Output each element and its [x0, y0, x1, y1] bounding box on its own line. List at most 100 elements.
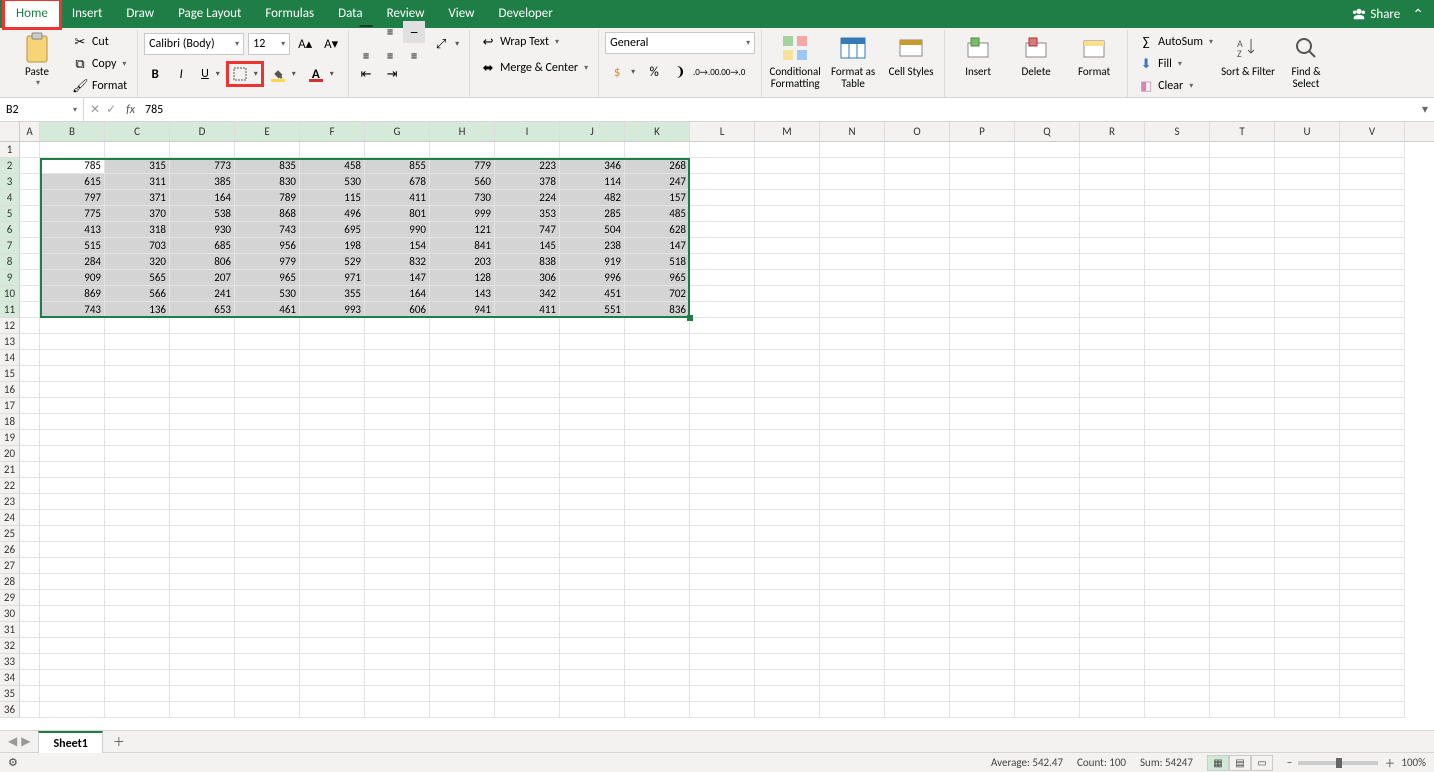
cell[interactable] — [300, 350, 365, 366]
cell[interactable] — [105, 542, 170, 558]
cell[interactable] — [1015, 398, 1080, 414]
cell[interactable] — [300, 654, 365, 670]
cell[interactable] — [1145, 206, 1210, 222]
cell[interactable]: 797 — [40, 190, 105, 206]
zoom-slider-thumb[interactable] — [1336, 758, 1342, 768]
cell[interactable] — [1015, 494, 1080, 510]
cell[interactable] — [1340, 366, 1405, 382]
cell[interactable] — [950, 286, 1015, 302]
zoom-in-button[interactable]: ＋ — [1384, 755, 1395, 771]
cell[interactable] — [560, 606, 625, 622]
cell[interactable] — [820, 142, 885, 158]
cell[interactable] — [170, 622, 235, 638]
cell[interactable]: 164 — [365, 286, 430, 302]
cell[interactable] — [365, 382, 430, 398]
cell[interactable]: 518 — [625, 254, 690, 270]
cell[interactable] — [1015, 542, 1080, 558]
cell[interactable] — [1015, 558, 1080, 574]
cell[interactable] — [625, 670, 690, 686]
cell[interactable] — [820, 318, 885, 334]
cell[interactable] — [495, 430, 560, 446]
tab-developer[interactable]: Developer — [486, 0, 564, 28]
cell[interactable] — [755, 366, 820, 382]
cell[interactable] — [1340, 622, 1405, 638]
cell[interactable] — [430, 574, 495, 590]
cell[interactable] — [20, 590, 40, 606]
cell[interactable]: 996 — [560, 270, 625, 286]
row-header[interactable]: 1 — [0, 142, 20, 158]
cell[interactable] — [820, 494, 885, 510]
cell[interactable] — [495, 670, 560, 686]
cell[interactable]: 268 — [625, 158, 690, 174]
cell[interactable] — [560, 622, 625, 638]
cell[interactable] — [1210, 638, 1275, 654]
cell[interactable] — [170, 654, 235, 670]
cell[interactable] — [1275, 670, 1340, 686]
cell[interactable] — [105, 430, 170, 446]
cell[interactable] — [1210, 158, 1275, 174]
cell[interactable] — [1080, 622, 1145, 638]
cell[interactable] — [625, 510, 690, 526]
sheet-nav-next-button[interactable]: ▶ — [21, 734, 30, 749]
row-header[interactable]: 17 — [0, 398, 20, 414]
cell[interactable] — [300, 478, 365, 494]
cell-styles-button[interactable]: Cell Styles — [884, 32, 938, 96]
cell[interactable] — [300, 398, 365, 414]
cell[interactable]: 147 — [365, 270, 430, 286]
cell[interactable]: 730 — [430, 190, 495, 206]
cell[interactable] — [1080, 254, 1145, 270]
cell[interactable] — [105, 686, 170, 702]
cell[interactable]: 482 — [560, 190, 625, 206]
cell[interactable] — [1275, 270, 1340, 286]
cell[interactable] — [1275, 622, 1340, 638]
cell[interactable] — [1080, 158, 1145, 174]
row-header[interactable]: 32 — [0, 638, 20, 654]
cell[interactable] — [20, 254, 40, 270]
cell[interactable] — [495, 494, 560, 510]
cell[interactable] — [300, 622, 365, 638]
cell[interactable] — [20, 158, 40, 174]
cell[interactable] — [755, 158, 820, 174]
cell[interactable] — [365, 446, 430, 462]
cell[interactable] — [1340, 142, 1405, 158]
cell[interactable] — [170, 558, 235, 574]
cell[interactable] — [1145, 430, 1210, 446]
cell[interactable] — [1210, 558, 1275, 574]
bold-button[interactable]: B — [144, 63, 166, 85]
cell[interactable] — [365, 398, 430, 414]
cell[interactable] — [1145, 526, 1210, 542]
cell[interactable] — [235, 654, 300, 670]
cell[interactable] — [495, 462, 560, 478]
cell[interactable] — [105, 462, 170, 478]
align-middle-button[interactable]: ≡ — [379, 21, 401, 43]
cell[interactable] — [690, 510, 755, 526]
cell[interactable] — [690, 446, 755, 462]
cell[interactable] — [1210, 398, 1275, 414]
cell[interactable]: 743 — [40, 302, 105, 318]
cell[interactable] — [1080, 574, 1145, 590]
paste-button[interactable]: Paste ▾ — [10, 32, 64, 96]
column-header[interactable]: A — [20, 122, 40, 141]
add-sheet-button[interactable]: ＋ — [103, 733, 135, 750]
cell[interactable]: 560 — [430, 174, 495, 190]
fx-icon[interactable]: fx — [122, 103, 139, 117]
cell[interactable] — [430, 542, 495, 558]
column-header[interactable]: U — [1275, 122, 1340, 141]
cell[interactable] — [1015, 446, 1080, 462]
row-header[interactable]: 29 — [0, 590, 20, 606]
cell[interactable] — [1340, 174, 1405, 190]
cell[interactable] — [755, 494, 820, 510]
cell[interactable] — [690, 590, 755, 606]
cell[interactable]: 529 — [300, 254, 365, 270]
cell[interactable] — [300, 526, 365, 542]
cell[interactable] — [1275, 414, 1340, 430]
cell[interactable]: 836 — [625, 302, 690, 318]
cell[interactable]: 979 — [235, 254, 300, 270]
cell[interactable] — [1080, 366, 1145, 382]
cell[interactable] — [1145, 462, 1210, 478]
cell[interactable] — [105, 526, 170, 542]
cell[interactable] — [1015, 158, 1080, 174]
cell[interactable] — [820, 174, 885, 190]
cell[interactable] — [1210, 302, 1275, 318]
cell[interactable] — [1145, 670, 1210, 686]
